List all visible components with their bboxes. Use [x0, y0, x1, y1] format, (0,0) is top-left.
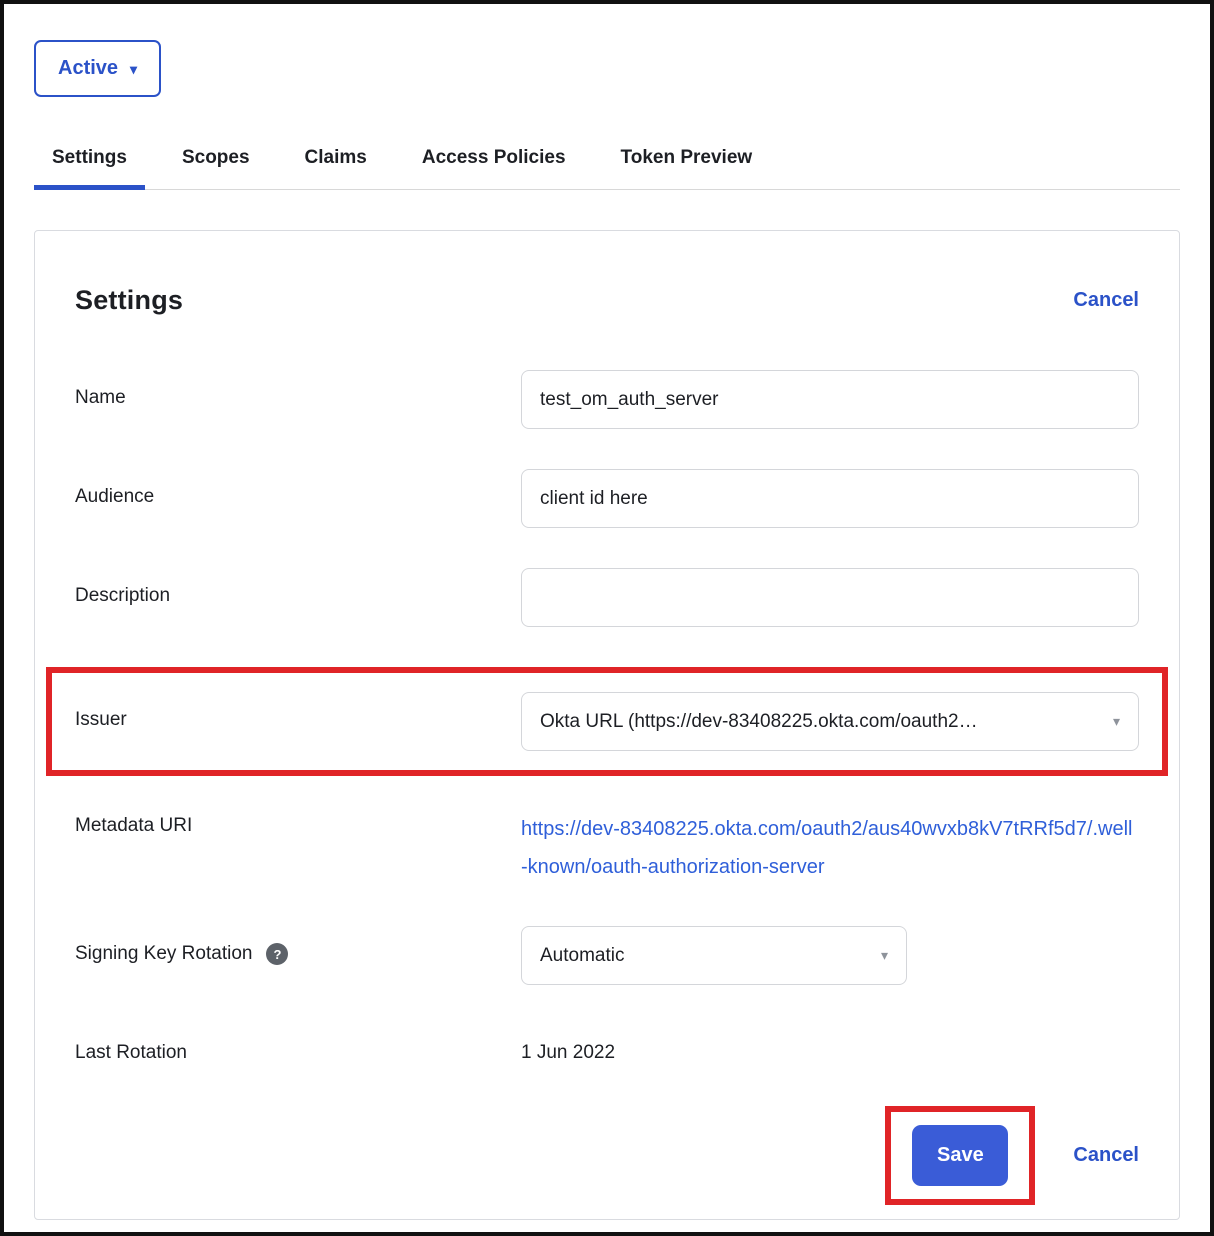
last-rotation-row: Last Rotation 1 Jun 2022	[75, 1025, 1139, 1064]
issuer-highlight-box: Issuer Okta URL (https://dev-83408225.ok…	[46, 667, 1168, 776]
status-dropdown[interactable]: Active ▾	[34, 40, 161, 97]
cancel-link-bottom[interactable]: Cancel	[1073, 1144, 1139, 1167]
tab-scopes[interactable]: Scopes	[164, 147, 268, 190]
card-title: Settings	[75, 285, 183, 316]
issuer-row: Issuer Okta URL (https://dev-83408225.ok…	[75, 692, 1139, 751]
signing-key-rotation-value: Automatic	[540, 945, 624, 967]
description-label: Description	[75, 568, 521, 607]
issuer-select[interactable]: Okta URL (https://dev-83408225.okta.com/…	[521, 692, 1139, 751]
name-label: Name	[75, 370, 521, 409]
chevron-down-icon: ▾	[1113, 713, 1120, 730]
save-highlight-box: Save	[885, 1106, 1035, 1205]
tab-bar: Settings Scopes Claims Access Policies T…	[34, 147, 1180, 190]
chevron-down-icon: ▾	[881, 947, 888, 964]
page: Active ▾ Settings Scopes Claims Access P…	[0, 0, 1214, 1236]
signing-key-rotation-row: Signing Key Rotation ? Automatic ▾	[75, 926, 1139, 985]
card-header: Settings Cancel	[75, 285, 1139, 316]
form-footer: Save Cancel	[75, 1106, 1139, 1205]
settings-card: Settings Cancel Name Audience Descriptio…	[34, 230, 1180, 1220]
status-dropdown-label: Active	[58, 57, 118, 80]
save-button[interactable]: Save	[912, 1125, 1008, 1186]
tab-access-policies[interactable]: Access Policies	[404, 147, 584, 190]
audience-input[interactable]	[521, 469, 1139, 528]
description-input[interactable]	[521, 568, 1139, 627]
name-input[interactable]	[521, 370, 1139, 429]
issuer-label: Issuer	[75, 692, 521, 731]
chevron-down-icon: ▾	[130, 62, 137, 76]
tab-token-preview[interactable]: Token Preview	[603, 147, 771, 190]
tab-settings[interactable]: Settings	[34, 147, 145, 190]
description-row: Description	[75, 568, 1139, 627]
metadata-uri-label: Metadata URI	[75, 798, 521, 837]
audience-label: Audience	[75, 469, 521, 508]
tab-claims[interactable]: Claims	[287, 147, 385, 190]
signing-key-rotation-label: Signing Key Rotation	[75, 943, 252, 965]
last-rotation-label: Last Rotation	[75, 1025, 521, 1064]
metadata-uri-row: Metadata URI https://dev-83408225.okta.c…	[75, 798, 1139, 886]
audience-row: Audience	[75, 469, 1139, 528]
help-icon[interactable]: ?	[266, 943, 288, 965]
metadata-uri-link[interactable]: https://dev-83408225.okta.com/oauth2/aus…	[521, 798, 1139, 886]
name-row: Name	[75, 370, 1139, 429]
cancel-link-top[interactable]: Cancel	[1073, 289, 1139, 312]
last-rotation-value: 1 Jun 2022	[521, 1025, 615, 1064]
signing-key-rotation-select[interactable]: Automatic ▾	[521, 926, 907, 985]
signing-key-rotation-label-group: Signing Key Rotation ?	[75, 926, 521, 965]
issuer-select-value: Okta URL (https://dev-83408225.okta.com/…	[540, 711, 978, 733]
